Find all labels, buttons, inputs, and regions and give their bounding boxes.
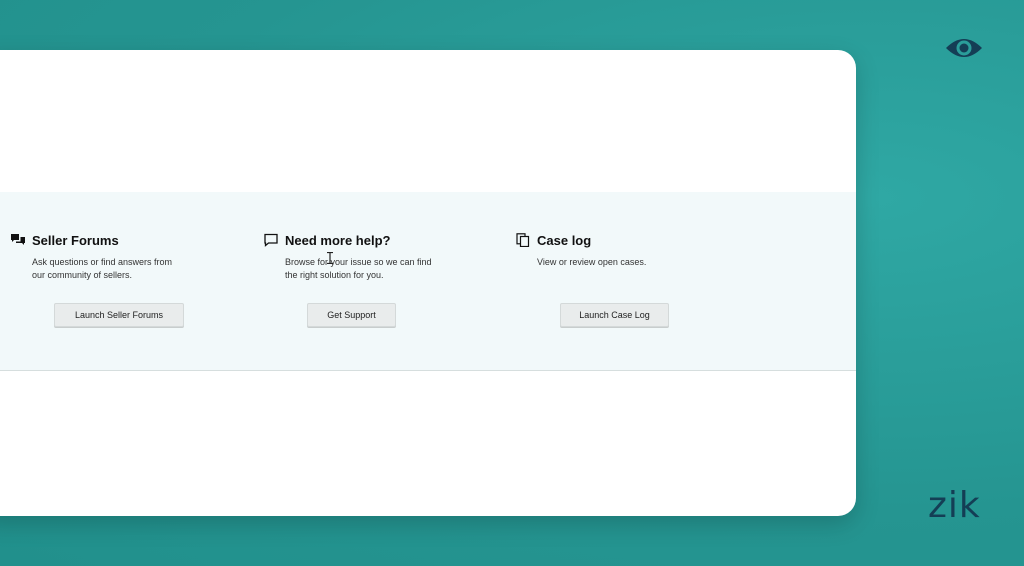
text-cursor-icon (327, 252, 333, 264)
launch-case-log-button[interactable]: Launch Case Log (560, 303, 669, 327)
chat-bubbles-icon (11, 234, 25, 245)
help-section: Seller Forums Ask questions or find answ… (0, 192, 856, 371)
need-help-title: Need more help? (285, 232, 391, 248)
case-log-title: Case log (537, 232, 592, 248)
eye-icon (946, 39, 982, 57)
case-log-description: View or review open cases. (537, 257, 647, 267)
help-card: Seller Forums Ask questions or find answ… (0, 50, 856, 516)
brand-logo: zik (928, 485, 981, 526)
seller-forums-panel: Seller Forums Ask questions or find answ… (11, 230, 262, 282)
need-help-description: Browse for your issue so we can find the… (285, 257, 432, 280)
need-help-panel: Need more help? Browse for your issue so… (264, 230, 515, 282)
case-log-panel: Case log View or review open cases. (516, 230, 767, 269)
launch-seller-forums-button[interactable]: Launch Seller Forums (54, 303, 184, 327)
speech-bubble-icon (264, 233, 278, 247)
copy-pages-icon (516, 233, 530, 247)
seller-forums-title: Seller Forums (32, 232, 119, 248)
get-support-button[interactable]: Get Support (307, 303, 396, 327)
seller-forums-description: Ask questions or find answers from our c… (32, 257, 173, 280)
